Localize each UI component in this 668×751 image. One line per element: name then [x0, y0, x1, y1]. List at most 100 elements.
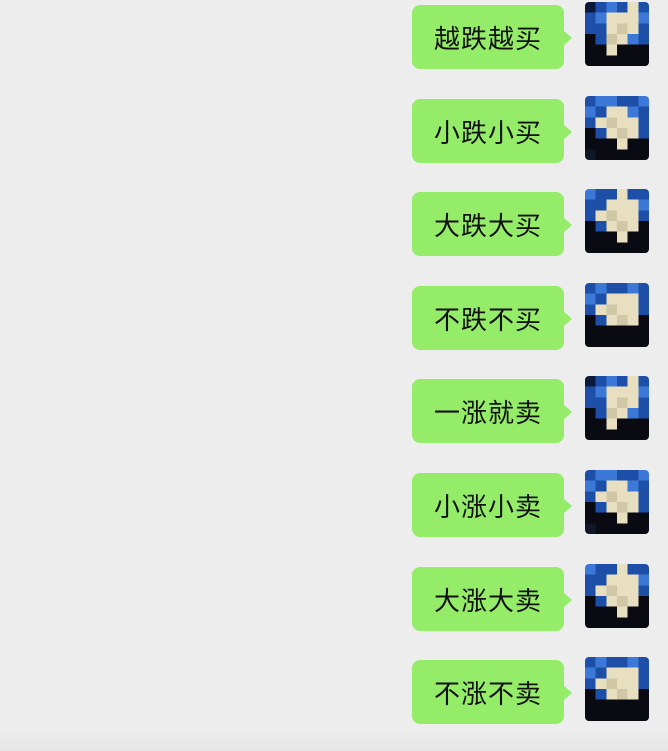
mosaic-cell	[638, 199, 649, 211]
mosaic-cell	[617, 2, 628, 13]
mosaic-cell	[627, 210, 639, 221]
mosaic-cell	[638, 138, 649, 150]
pixelated-avatar-icon[interactable]	[585, 96, 649, 160]
mosaic-cell	[606, 710, 617, 721]
mosaic-cell	[606, 397, 617, 408]
mosaic-cell	[617, 386, 628, 398]
mosaic-cell	[627, 523, 639, 534]
mosaic-cell	[638, 304, 649, 315]
mosaic-cell	[606, 585, 617, 596]
mosaic-cell	[627, 128, 639, 139]
message-bubble[interactable]: 大涨大卖	[412, 567, 564, 631]
mosaic-cell	[585, 2, 596, 13]
mosaic-cell	[595, 699, 607, 711]
mosaic-cell	[617, 585, 628, 596]
mosaic-cell	[585, 596, 596, 607]
mosaic-cell	[606, 376, 617, 387]
mosaic-cell	[638, 336, 649, 347]
pixelated-avatar-icon[interactable]	[585, 189, 649, 253]
mosaic-cell	[595, 210, 607, 221]
mosaic-cell	[606, 429, 617, 440]
mosaic-cell	[585, 44, 596, 56]
mosaic-cell	[595, 12, 607, 24]
mosaic-cell	[595, 512, 607, 524]
pixelated-avatar-icon[interactable]	[585, 657, 649, 721]
pixelated-avatar-icon[interactable]	[585, 283, 649, 347]
mosaic-cell	[606, 221, 617, 232]
pixelated-avatar-icon[interactable]	[585, 376, 649, 440]
mosaic-cell	[617, 574, 628, 586]
mosaic-cell	[606, 12, 617, 24]
mosaic-cell	[627, 231, 639, 243]
mosaic-cell	[585, 617, 596, 628]
mosaic-cell	[585, 491, 596, 502]
mosaic-cell	[595, 480, 607, 492]
mosaic-cell	[627, 117, 639, 128]
mosaic-cell	[585, 667, 596, 679]
message-bubble[interactable]: 不跌不买	[412, 286, 564, 350]
mosaic-cell	[617, 221, 628, 232]
mosaic-cell	[617, 336, 628, 347]
mosaic-cell	[617, 667, 628, 679]
message-row: 一涨就卖	[0, 376, 668, 446]
pixelated-avatar-icon[interactable]	[585, 2, 649, 66]
message-bubble[interactable]: 越跌越买	[412, 5, 564, 69]
message-bubble[interactable]: 不涨不卖	[412, 660, 564, 724]
mosaic-cell	[617, 596, 628, 607]
mosaic-cell	[606, 293, 617, 305]
mosaic-cell	[638, 585, 649, 596]
mosaic-cell	[595, 596, 607, 607]
mosaic-cell	[595, 242, 607, 253]
mosaic-cell	[627, 44, 639, 56]
mosaic-cell	[638, 699, 649, 711]
mosaic-cell	[638, 242, 649, 253]
mosaic-cell	[595, 304, 607, 315]
mosaic-cell	[638, 189, 649, 200]
mosaic-cell	[638, 96, 649, 107]
mosaic-cell	[585, 710, 596, 721]
message-row: 小涨小卖	[0, 470, 668, 540]
mosaic-cell	[627, 34, 639, 45]
chat-message-list[interactable]: 越跌越买 小跌小买 大跌大买 不跌不买 一涨就卖 小涨小卖 大涨大卖 不涨不卖	[0, 0, 668, 751]
mosaic-cell	[585, 502, 596, 513]
mosaic-cell	[606, 678, 617, 689]
mosaic-cell	[595, 293, 607, 305]
mosaic-cell	[595, 23, 607, 34]
mosaic-cell	[638, 523, 649, 534]
mosaic-cell	[617, 117, 628, 128]
mosaic-cell	[585, 574, 596, 586]
mosaic-cell	[638, 667, 649, 679]
mosaic-cell	[606, 199, 617, 211]
message-bubble[interactable]: 大跌大买	[412, 192, 564, 256]
mosaic-cell	[595, 667, 607, 679]
avatar-mosaic	[585, 376, 649, 440]
mosaic-cell	[627, 315, 639, 326]
mosaic-cell	[606, 336, 617, 347]
mosaic-cell	[627, 491, 639, 502]
pixelated-avatar-icon[interactable]	[585, 564, 649, 628]
message-bubble[interactable]: 小跌小买	[412, 99, 564, 163]
pixelated-avatar-icon[interactable]	[585, 470, 649, 534]
message-bubble[interactable]: 一涨就卖	[412, 379, 564, 443]
avatar-mosaic	[585, 470, 649, 534]
mosaic-cell	[585, 585, 596, 596]
mosaic-cell	[585, 386, 596, 398]
mosaic-cell	[606, 304, 617, 315]
mosaic-cell	[595, 408, 607, 419]
mosaic-cell	[595, 283, 607, 294]
mosaic-cell	[627, 480, 639, 492]
mosaic-cell	[617, 678, 628, 689]
bubble-tail	[563, 498, 572, 514]
mosaic-cell	[606, 242, 617, 253]
mosaic-cell	[585, 283, 596, 294]
mosaic-cell	[606, 667, 617, 679]
mosaic-cell	[585, 429, 596, 440]
message-row: 不涨不卖	[0, 657, 668, 727]
mosaic-cell	[638, 293, 649, 305]
mosaic-cell	[638, 2, 649, 13]
mosaic-cell	[638, 596, 649, 607]
message-bubble[interactable]: 小涨小卖	[412, 473, 564, 537]
mosaic-cell	[595, 689, 607, 700]
mosaic-cell	[638, 221, 649, 232]
mosaic-cell	[585, 34, 596, 45]
